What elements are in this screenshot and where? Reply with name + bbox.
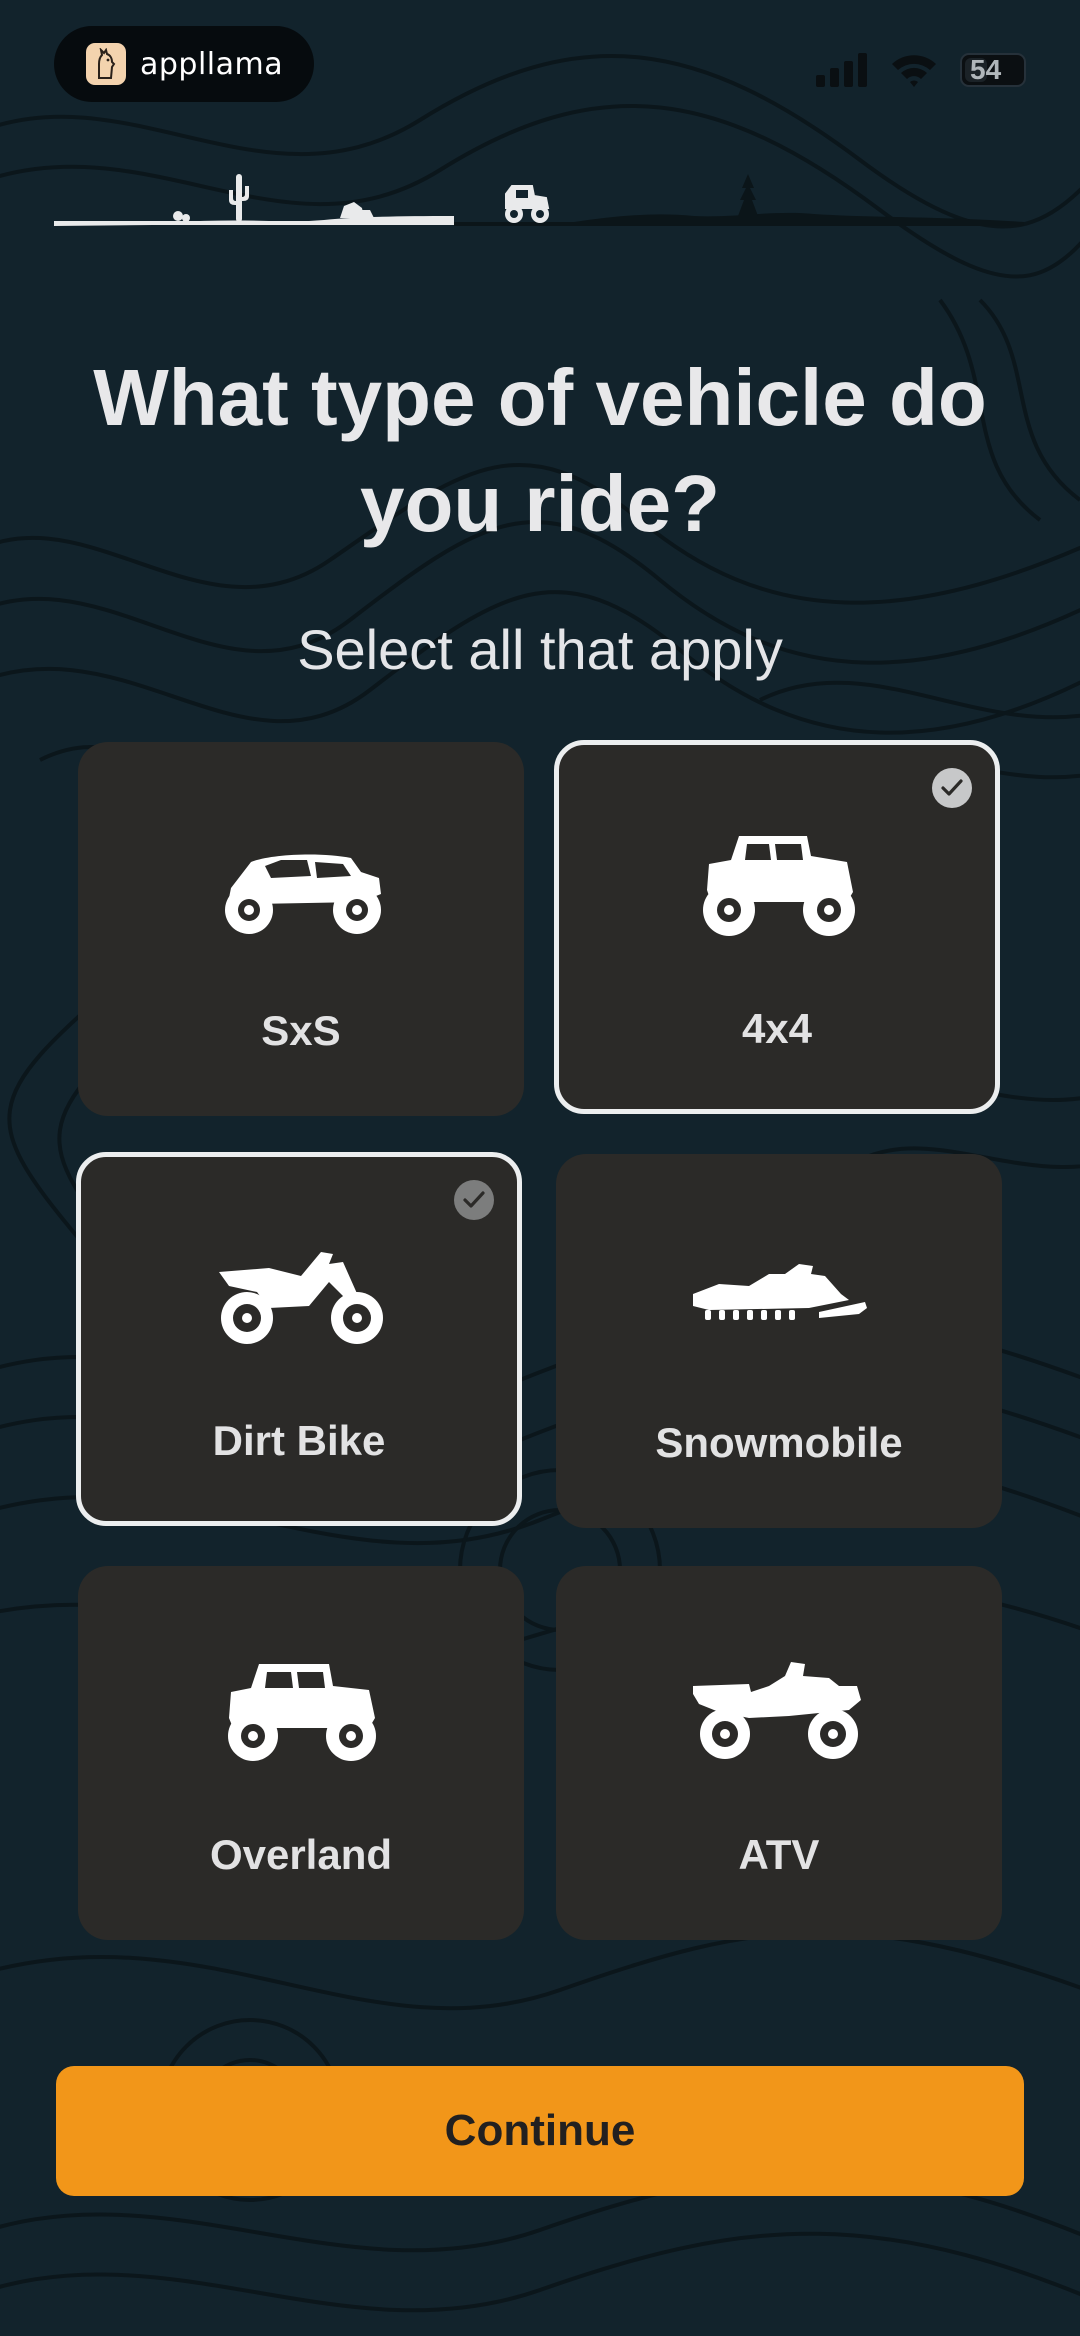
atv-icon <box>693 1662 861 1759</box>
onboarding-screen: appllama 54 What type of vehicle do you … <box>0 0 1080 2336</box>
option-label: Snowmobile <box>655 1419 903 1466</box>
shrub-icon <box>173 211 190 222</box>
option-card-sxs[interactable]: SxS <box>78 742 524 1116</box>
wifi-icon <box>892 55 936 87</box>
option-label: Dirt Bike <box>212 1417 386 1464</box>
llama-logo-icon <box>86 43 126 85</box>
option-card-atv[interactable]: ATV <box>556 1566 1002 1940</box>
option-label: Overland <box>209 1831 393 1878</box>
checkmark-icon <box>932 768 972 808</box>
rocks-icon <box>340 202 374 218</box>
signal-icon <box>816 53 867 87</box>
option-label: ATV <box>738 1831 820 1878</box>
app-brand-pill: appllama <box>54 26 314 102</box>
jeep-icon <box>505 185 550 223</box>
battery-level: 54 <box>970 54 1002 85</box>
page-subtitle: Select all that apply <box>297 618 783 681</box>
4x4-icon <box>703 836 855 936</box>
dirt-bike-icon <box>219 1252 383 1344</box>
overland-icon <box>228 1664 376 1761</box>
checkmark-icon <box>454 1180 494 1220</box>
status-icons: 54 <box>816 50 1026 90</box>
brand-name: appllama <box>140 46 284 82</box>
pine-tree-icon <box>738 174 758 216</box>
cactus-icon <box>229 174 249 222</box>
onboarding-progress <box>54 174 1024 226</box>
option-label: 4x4 <box>741 1005 813 1052</box>
option-card-dirt-bike[interactable]: Dirt Bike <box>76 1152 522 1526</box>
option-card-4x4[interactable]: 4x4 <box>554 740 1000 1114</box>
battery-icon: 54 <box>960 53 1026 87</box>
option-label: SxS <box>261 1007 341 1054</box>
option-card-snowmobile[interactable]: Snowmobile <box>556 1154 1002 1528</box>
sxs-icon <box>225 854 381 934</box>
snowmobile-icon <box>693 1264 867 1320</box>
page-title: What type of vehicle do you ride? <box>93 353 987 548</box>
option-card-overland[interactable]: Overland <box>78 1566 524 1940</box>
continue-button[interactable]: Continue <box>56 2066 1024 2196</box>
